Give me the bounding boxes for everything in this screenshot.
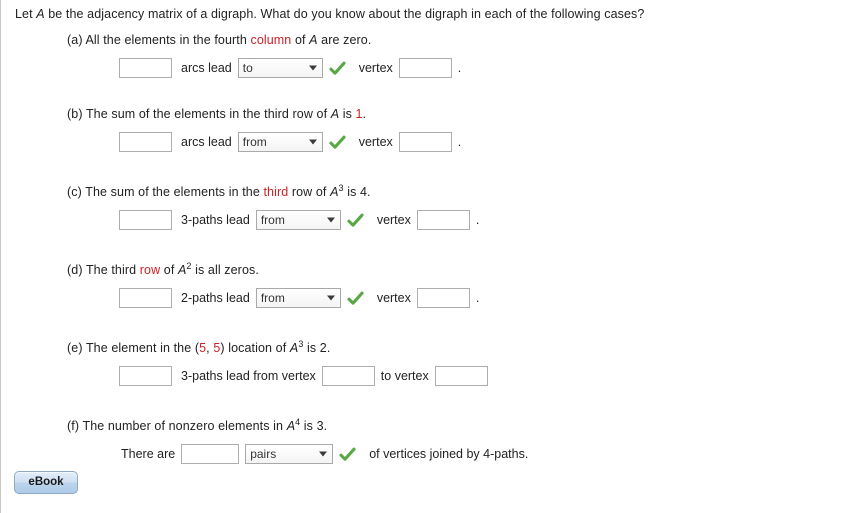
part-c-text-1: The sum of the elements in the bbox=[85, 185, 264, 199]
part-a-text-5: are zero. bbox=[317, 33, 372, 47]
part-f-answer-row: There are pairs of vertices joined by 4-… bbox=[121, 444, 528, 464]
part-f-correct-check-icon bbox=[339, 447, 356, 462]
part-a-text-4: A bbox=[309, 33, 318, 47]
part-c-direction-select-value: from bbox=[260, 213, 285, 227]
part-d-prefix: (d) bbox=[67, 263, 83, 277]
ebook-button[interactable]: eBook bbox=[14, 471, 78, 494]
part-a-vertex-input[interactable] bbox=[398, 58, 452, 78]
prompt-matrix-var: A bbox=[36, 7, 45, 21]
part-b-after-label: vertex bbox=[358, 135, 393, 149]
part-d-text-3: of bbox=[160, 263, 178, 277]
part-a-after-label: vertex bbox=[358, 61, 393, 75]
part-d-text-2: row bbox=[139, 263, 161, 277]
part-b-direction-select[interactable]: from bbox=[237, 132, 323, 152]
part-c-correct-check-icon bbox=[347, 213, 364, 228]
chevron-down-icon bbox=[308, 65, 317, 71]
part-b-text-3: is bbox=[339, 107, 356, 121]
prompt-post: be the adjacency matrix of a digraph. Wh… bbox=[44, 7, 645, 21]
part-d-text-5: is all zeros. bbox=[191, 263, 259, 277]
part-e-statement: (e) The element in the (5, 5) location o… bbox=[67, 339, 331, 355]
part-e-answer-row: 3-paths lead from vertex to vertex bbox=[119, 366, 488, 386]
part-e-text-5: ) location of bbox=[220, 341, 290, 355]
part-b-count-input[interactable] bbox=[119, 132, 172, 152]
chevron-down-icon bbox=[326, 217, 335, 223]
part-a-text-2: column bbox=[250, 33, 292, 47]
part-b-correct-check-icon bbox=[329, 135, 346, 150]
part-a-period: . bbox=[457, 61, 462, 75]
part-a-correct-check-icon bbox=[329, 61, 346, 76]
prompt-pre: Let bbox=[15, 7, 37, 21]
part-a-direction-select-value: to bbox=[242, 61, 253, 75]
part-b-answer-row: arcs lead from vertex . bbox=[119, 132, 461, 152]
part-f-prefix: (f) bbox=[67, 419, 80, 433]
part-d-direction-select-value: from bbox=[260, 291, 285, 305]
part-d-after-label: vertex bbox=[376, 291, 411, 305]
part-d-mid-label: 2-paths lead bbox=[181, 291, 250, 305]
part-c-direction-select[interactable]: from bbox=[255, 210, 341, 230]
part-e-text-1: The element in the ( bbox=[85, 341, 200, 355]
part-a-answer-row: arcs lead to vertex . bbox=[119, 58, 461, 78]
chevron-down-icon bbox=[319, 451, 328, 457]
part-b-text-5: . bbox=[362, 107, 367, 121]
part-f-unit-select-value: pairs bbox=[250, 447, 277, 461]
part-b-vertex-input[interactable] bbox=[398, 132, 452, 152]
part-c-after-label: vertex bbox=[376, 213, 411, 227]
part-f-after-label: of vertices joined by 4-paths. bbox=[369, 447, 529, 461]
part-a-mid-label: arcs lead bbox=[181, 61, 232, 75]
part-a-direction-select[interactable]: to bbox=[237, 58, 323, 78]
part-c-text-2: third bbox=[263, 185, 289, 199]
part-e-mid-label: 3-paths lead from vertex bbox=[181, 369, 316, 383]
part-e-from-vertex-input[interactable] bbox=[321, 366, 375, 386]
part-e-to-vertex-input[interactable] bbox=[434, 366, 488, 386]
part-b-direction-select-value: from bbox=[242, 135, 267, 149]
part-a-prefix: (a) bbox=[67, 33, 83, 47]
part-f-text-2: A bbox=[286, 419, 296, 433]
part-c-vertex-input[interactable] bbox=[416, 210, 470, 230]
part-b-text-4: 1 bbox=[355, 107, 363, 121]
part-d-statement: (d) The third row of A2 is all zeros. bbox=[67, 261, 259, 277]
part-b-text-2: A bbox=[330, 107, 340, 121]
part-c-prefix: (c) bbox=[67, 185, 82, 199]
part-b-mid-label: arcs lead bbox=[181, 135, 232, 149]
part-a-text-1: All the elements in the fourth bbox=[85, 33, 251, 47]
part-f-unit-select[interactable]: pairs bbox=[245, 444, 334, 464]
part-d-count-input[interactable] bbox=[119, 288, 172, 308]
part-a-statement: (a) All the elements in the fourth colum… bbox=[67, 33, 371, 47]
part-c-count-input[interactable] bbox=[119, 210, 172, 230]
part-e-after-label: to vertex bbox=[380, 369, 429, 383]
part-c-answer-row: 3-paths lead from vertex . bbox=[119, 210, 479, 230]
part-c-text-4: A bbox=[330, 185, 339, 199]
part-c-statement: (c) The sum of the elements in the third… bbox=[67, 183, 371, 199]
part-e-prefix: (e) bbox=[67, 341, 83, 355]
part-a-count-input[interactable] bbox=[119, 58, 172, 78]
part-d-direction-select[interactable]: from bbox=[255, 288, 341, 308]
part-b-period: . bbox=[457, 135, 462, 149]
part-c-text-5: is 4. bbox=[343, 185, 371, 199]
part-c-mid-label: 3-paths lead bbox=[181, 213, 250, 227]
part-d-correct-check-icon bbox=[347, 291, 364, 306]
part-e-count-input[interactable] bbox=[119, 366, 172, 386]
part-f-pre-label: There are bbox=[121, 447, 176, 461]
part-d-text-1: The third bbox=[85, 263, 140, 277]
part-b-prefix: (b) bbox=[67, 107, 83, 121]
part-b-text-1: The sum of the elements in the third row… bbox=[85, 107, 331, 121]
part-f-text-3: is 3. bbox=[300, 419, 328, 433]
part-f-count-input[interactable] bbox=[181, 444, 240, 464]
part-c-text-3: row of bbox=[288, 185, 331, 199]
chevron-down-icon bbox=[308, 139, 317, 145]
part-f-statement: (f) The number of nonzero elements in A4… bbox=[67, 417, 328, 433]
part-a-text-3: of bbox=[291, 33, 310, 47]
part-e-text-7: is 2. bbox=[303, 341, 331, 355]
part-d-period: . bbox=[475, 291, 480, 305]
part-d-vertex-input[interactable] bbox=[416, 288, 470, 308]
part-b-statement: (b) The sum of the elements in the third… bbox=[67, 107, 366, 121]
part-d-answer-row: 2-paths lead from vertex . bbox=[119, 288, 479, 308]
chevron-down-icon bbox=[326, 295, 335, 301]
question-page: Let A be the adjacency matrix of a digra… bbox=[0, 0, 847, 513]
part-c-period: . bbox=[475, 213, 480, 227]
part-f-text-1: The number of nonzero elements in bbox=[82, 419, 287, 433]
page-title: Let A be the adjacency matrix of a digra… bbox=[15, 7, 644, 21]
